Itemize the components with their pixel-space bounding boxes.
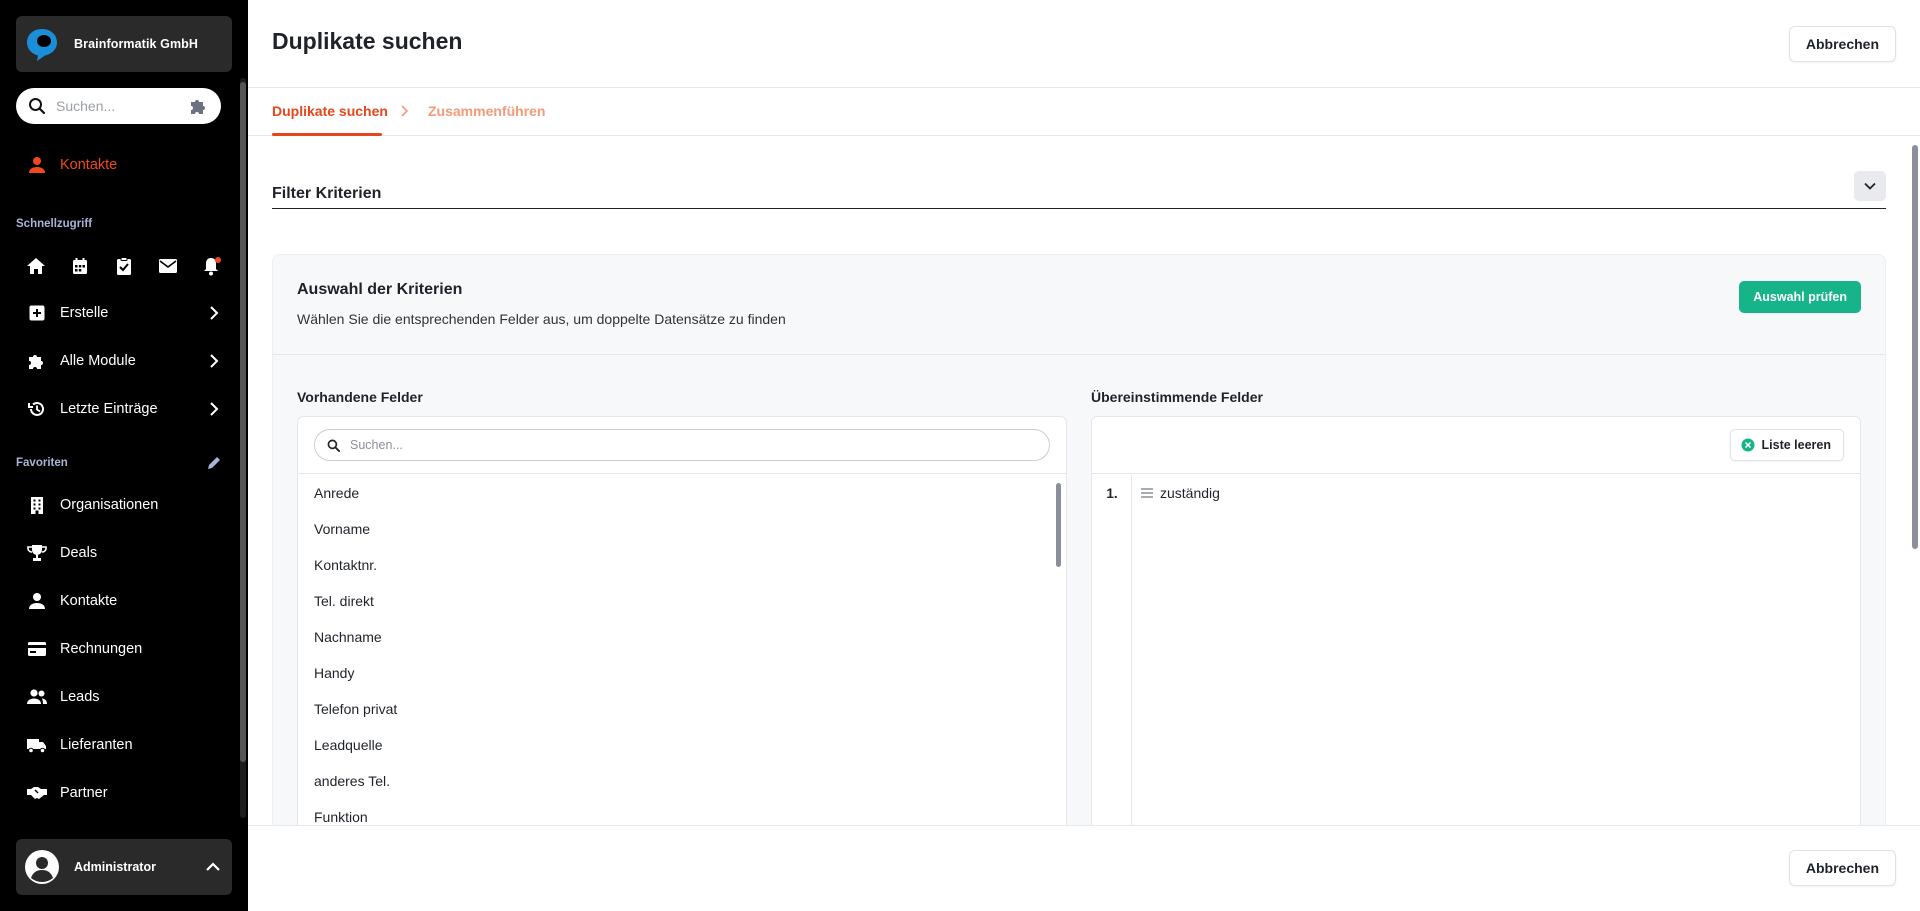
sidebar-item-kontakte-active[interactable]: Kontakte: [16, 149, 232, 181]
table-row[interactable]: 1. zuständig: [1092, 475, 1860, 511]
chevron-right-icon: [401, 105, 409, 117]
sidebar-item-leads[interactable]: Leads: [16, 681, 232, 713]
main-content: Duplikate suchen Abbrechen Duplikate suc…: [248, 0, 1920, 911]
quick-access-bar: [24, 254, 224, 278]
search-icon: [29, 98, 46, 115]
sidebar-item-lieferanten[interactable]: Lieferanten: [16, 729, 232, 761]
criteria-panel-header: Auswahl der Kriterien Wählen Sie die ent…: [273, 255, 1885, 355]
wizard-steps: Duplikate suchen Zusammenführen: [248, 88, 1920, 136]
user-menu[interactable]: Administrator: [16, 839, 232, 895]
list-item[interactable]: Nachname: [298, 619, 1066, 655]
building-icon: [31, 497, 43, 514]
list-item[interactable]: anderes Tel.: [298, 763, 1066, 799]
calendar-icon[interactable]: [68, 254, 92, 278]
available-fields-title: Vorhandene Felder: [297, 389, 423, 405]
chevron-right-icon: [210, 354, 219, 368]
check-selection-button[interactable]: Auswahl prüfen: [1739, 281, 1861, 313]
active-step-indicator: [272, 133, 382, 136]
sidebar-menu-letzte-eintraege[interactable]: Letzte Einträge: [16, 393, 232, 425]
sidebar-menu-alle-module[interactable]: Alle Module: [16, 345, 232, 377]
puzzle-icon[interactable]: [189, 97, 209, 115]
matching-field-label: zuständig: [1160, 485, 1220, 501]
clear-list-button[interactable]: Liste leeren: [1729, 429, 1844, 461]
users-icon: [27, 689, 47, 704]
truck-icon: [27, 739, 46, 754]
row-number-column: [1092, 475, 1132, 825]
step-duplikate-suchen[interactable]: Duplikate suchen: [272, 103, 388, 119]
sidebar-scrollbar[interactable]: [240, 78, 246, 818]
close-circle-icon: [1741, 438, 1755, 452]
sidebar-menu-erstelle[interactable]: Erstelle: [16, 297, 232, 329]
sidebar-item-deals[interactable]: Deals: [16, 537, 232, 569]
sidebar-search-input[interactable]: [56, 98, 189, 114]
person-icon: [29, 157, 45, 173]
list-item[interactable]: Anrede: [298, 475, 1066, 511]
chevron-right-icon: [210, 306, 219, 320]
history-icon: [28, 401, 44, 416]
mail-icon[interactable]: [156, 254, 180, 278]
page-footer: Abbrechen: [248, 825, 1920, 911]
scroll-content: Filter Kriterien Auswahl der Kriterien W…: [248, 137, 1920, 825]
cancel-button[interactable]: Abbrechen: [1788, 26, 1896, 62]
quick-access-title: Schnellzugriff: [16, 218, 93, 230]
list-item[interactable]: Vorname: [298, 511, 1066, 547]
available-field-list: Anrede Vorname Kontaktnr. Tel. direkt Na…: [298, 475, 1066, 825]
company-logo-icon: [27, 29, 57, 61]
list-item[interactable]: Handy: [298, 655, 1066, 691]
drag-handle-icon[interactable]: [1140, 486, 1154, 500]
chevron-up-icon: [206, 862, 220, 871]
user-name: Administrator: [74, 860, 156, 874]
page-header: Duplikate suchen Abbrechen: [248, 0, 1920, 88]
trophy-icon: [27, 545, 47, 561]
footer-cancel-button[interactable]: Abbrechen: [1788, 850, 1896, 886]
collapse-button[interactable]: [1854, 171, 1886, 201]
sidebar: Brainformatik GmbH Kontakte Schnellzugri…: [0, 0, 248, 911]
filter-section-header: Filter Kriterien: [272, 171, 1886, 209]
pencil-icon[interactable]: [205, 454, 223, 472]
criteria-title: Auswahl der Kriterien: [297, 281, 463, 298]
sidebar-item-kontakte[interactable]: Kontakte: [16, 585, 232, 617]
field-search-input[interactable]: [350, 438, 1037, 452]
field-list-scrollbar[interactable]: [1056, 483, 1061, 567]
puzzle-icon: [29, 355, 43, 369]
main-scrollbar[interactable]: [1912, 141, 1918, 821]
sidebar-search[interactable]: [16, 88, 221, 124]
criteria-panel: Auswahl der Kriterien Wählen Sie die ent…: [272, 254, 1886, 825]
list-item[interactable]: Kontaktnr.: [298, 547, 1066, 583]
sidebar-item-rechnungen[interactable]: Rechnungen: [16, 633, 232, 665]
matching-fields-box: Liste leeren 1. zuständig: [1091, 416, 1861, 825]
available-fields-box: Anrede Vorname Kontaktnr. Tel. direkt Na…: [297, 416, 1067, 825]
clipboard-check-icon[interactable]: [112, 254, 136, 278]
row-number: 1.: [1106, 485, 1118, 501]
list-item[interactable]: Tel. direkt: [298, 583, 1066, 619]
page-title: Duplikate suchen: [272, 28, 463, 54]
home-icon[interactable]: [24, 254, 48, 278]
list-item[interactable]: Leadquelle: [298, 727, 1066, 763]
chevron-right-icon: [210, 402, 219, 416]
step-zusammenfuehren[interactable]: Zusammenführen: [428, 103, 545, 119]
field-search[interactable]: [314, 429, 1050, 461]
company-name: Brainformatik GmbH: [74, 37, 199, 51]
matching-fields-title: Übereinstimmende Felder: [1091, 389, 1263, 405]
company-switcher[interactable]: Brainformatik GmbH: [16, 16, 232, 72]
avatar: [25, 850, 59, 884]
sidebar-item-partner[interactable]: Partner: [16, 777, 232, 809]
search-icon: [327, 439, 340, 452]
person-icon: [29, 593, 45, 609]
criteria-subtitle: Wählen Sie die entsprechenden Felder aus…: [297, 311, 786, 327]
bell-icon[interactable]: [200, 254, 224, 278]
list-item[interactable]: Telefon privat: [298, 691, 1066, 727]
chevron-down-icon: [1864, 182, 1876, 190]
sidebar-item-organisationen[interactable]: Organisationen: [16, 489, 232, 521]
plus-square-icon: [29, 305, 45, 321]
credit-card-icon: [28, 642, 46, 656]
favorites-title: Favoriten: [16, 457, 68, 469]
list-item[interactable]: Funktion: [298, 799, 1066, 825]
handshake-icon: [27, 787, 47, 799]
filter-section-title: Filter Kriterien: [272, 185, 382, 202]
